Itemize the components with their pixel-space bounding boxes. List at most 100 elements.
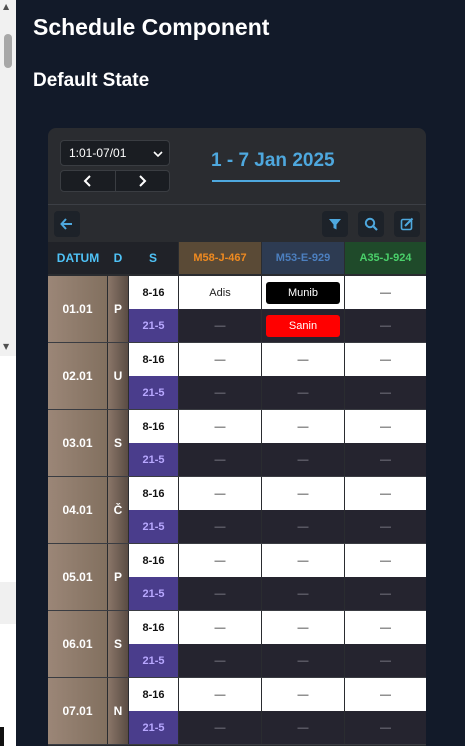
schedule-cell[interactable]: — — [345, 611, 426, 644]
back-button[interactable] — [54, 211, 80, 237]
prev-week-button[interactable] — [61, 171, 115, 191]
day-row: 07.01 N 8-16 21-5 — — — — — — — [48, 678, 426, 745]
schedule-cell[interactable]: Munib — [262, 276, 344, 309]
schedule-card: 1:01-07/01 1 - 7 Jan 2025 DATUM D S M58-… — [48, 128, 426, 746]
schedule-cell[interactable]: — — [179, 443, 261, 476]
page-scrollbar[interactable]: ▲ ▼ — [0, 0, 16, 746]
day-letter: Č — [108, 477, 128, 543]
day-date: 02.01 — [48, 343, 107, 409]
scrollbar-thumb[interactable] — [4, 34, 12, 68]
schedule-cell[interactable]: — — [345, 343, 426, 376]
schedule-cell[interactable]: — — [262, 577, 344, 610]
day-date: 07.01 — [48, 678, 107, 744]
scrollbar-track — [0, 356, 16, 746]
schedule-cell[interactable]: — — [262, 343, 344, 376]
schedule-cell[interactable]: — — [345, 309, 426, 342]
day-letter: P — [108, 544, 128, 610]
shift-day-label: 8-16 — [129, 611, 178, 644]
schedule-cell[interactable]: — — [262, 376, 344, 409]
schedule-cell[interactable]: — — [179, 510, 261, 543]
scroll-down-icon[interactable]: ▼ — [3, 342, 9, 351]
assignment-chip[interactable]: Sanin — [266, 314, 340, 337]
shift-night-label: 21-5 — [129, 577, 178, 610]
schedule-cell[interactable]: — — [179, 343, 261, 376]
schedule-cell[interactable]: — — [179, 477, 261, 510]
filter-button[interactable] — [322, 211, 348, 237]
schedule-cell[interactable]: — — [179, 644, 261, 677]
day-row: 01.01 P 8-16 21-5 Adis Munib — — Sanin — — [48, 276, 426, 343]
schedule-cell[interactable]: — — [179, 711, 261, 744]
column-header-vehicle-3[interactable]: A35-J-924 — [345, 242, 426, 274]
shift-day-label: 8-16 — [129, 678, 178, 711]
column-header-vehicle-1[interactable]: M58-J-467 — [179, 242, 261, 274]
schedule-cell[interactable]: — — [262, 410, 344, 443]
assignment-chip[interactable]: Munib — [266, 281, 340, 304]
schedule-cell[interactable]: — — [345, 510, 426, 543]
schedule-cell[interactable]: — — [262, 644, 344, 677]
section-title: Default State — [33, 70, 150, 91]
schedule-cell[interactable]: — — [262, 510, 344, 543]
shift-night-label: 21-5 — [129, 443, 178, 476]
schedule-cell[interactable]: — — [262, 477, 344, 510]
schedule-cell[interactable]: Adis — [179, 276, 261, 309]
shift-night-label: 21-5 — [129, 376, 178, 409]
schedule-cell[interactable]: — — [179, 376, 261, 409]
schedule-cell[interactable]: — — [345, 678, 426, 711]
schedule-cell[interactable]: — — [179, 678, 261, 711]
shift-day-label: 8-16 — [129, 410, 178, 443]
schedule-cell[interactable]: — — [345, 544, 426, 577]
day-date: 06.01 — [48, 611, 107, 677]
schedule-cell[interactable]: — — [179, 611, 261, 644]
schedule-cell[interactable]: — — [262, 678, 344, 711]
search-button[interactable] — [358, 211, 384, 237]
schedule-cell[interactable]: — — [345, 577, 426, 610]
page-title: Schedule Component — [33, 14, 270, 40]
day-date: 04.01 — [48, 477, 107, 543]
day-date: 05.01 — [48, 544, 107, 610]
day-date: 01.01 — [48, 276, 107, 342]
day-row: 04.01 Č 8-16 21-5 — — — — — — — [48, 477, 426, 544]
schedule-cell[interactable]: — — [345, 443, 426, 476]
edit-icon — [400, 217, 414, 231]
scrollbar-edge — [0, 727, 4, 746]
schedule-cell[interactable]: Sanin — [262, 309, 344, 342]
next-week-button[interactable] — [114, 171, 170, 191]
day-letter: S — [108, 410, 128, 476]
shift-night-label: 21-5 — [129, 510, 178, 543]
shift-day-label: 8-16 — [129, 276, 178, 309]
day-row: 03.01 S 8-16 21-5 — — — — — — — [48, 410, 426, 477]
day-letter: N — [108, 678, 128, 744]
shift-day-label: 8-16 — [129, 343, 178, 376]
shift-night-label: 21-5 — [129, 309, 178, 342]
chevron-down-icon — [153, 151, 163, 158]
column-header-vehicle-2[interactable]: M53-E-929 — [262, 242, 344, 274]
schedule-cell[interactable]: — — [345, 644, 426, 677]
schedule-cell[interactable]: — — [345, 477, 426, 510]
shift-day-label: 8-16 — [129, 477, 178, 510]
chevron-right-icon — [139, 175, 147, 187]
schedule-cell[interactable]: — — [345, 276, 426, 309]
schedule-cell[interactable]: — — [262, 711, 344, 744]
schedule-cell[interactable]: — — [262, 443, 344, 476]
day-letter: P — [108, 276, 128, 342]
schedule-cell[interactable]: — — [262, 611, 344, 644]
schedule-cell[interactable]: — — [179, 544, 261, 577]
schedule-cell[interactable]: — — [262, 544, 344, 577]
schedule-cell[interactable]: — — [345, 376, 426, 409]
schedule-toolbar — [48, 204, 426, 242]
search-icon — [364, 217, 378, 231]
schedule-cell[interactable]: — — [345, 711, 426, 744]
schedule-cell[interactable]: — — [179, 410, 261, 443]
arrow-left-icon — [60, 218, 72, 230]
day-row: 05.01 P 8-16 21-5 — — — — — — — [48, 544, 426, 611]
schedule-cell[interactable]: — — [179, 309, 261, 342]
schedule-cell[interactable]: — — [345, 410, 426, 443]
date-range-select[interactable]: 1:01-07/01 — [60, 140, 170, 166]
schedule-cell[interactable]: — — [179, 577, 261, 610]
day-row: 06.01 S 8-16 21-5 — — — — — — — [48, 611, 426, 678]
column-header-shift: S — [128, 242, 178, 274]
date-range-value: 1:01-07/01 — [69, 146, 127, 160]
edit-button[interactable] — [394, 211, 420, 237]
scroll-up-icon[interactable]: ▲ — [3, 2, 9, 11]
week-nav — [60, 170, 170, 192]
